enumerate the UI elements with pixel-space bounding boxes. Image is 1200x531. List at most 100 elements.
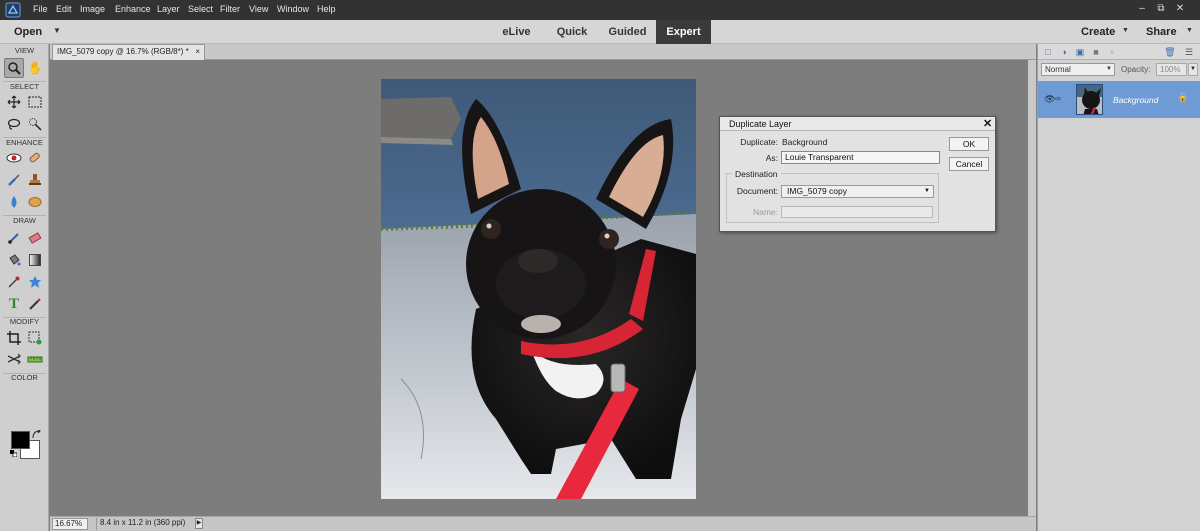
crop-tool-icon[interactable]	[4, 328, 24, 348]
close-icon[interactable]: ✕	[983, 117, 992, 130]
delete-layer-icon[interactable]: 🗑	[1164, 46, 1176, 58]
add-mask-icon[interactable]: ▣	[1074, 46, 1086, 58]
zoom-field[interactable]: 16.67%	[52, 518, 88, 530]
lock-transparency-icon[interactable]: ▫	[1106, 46, 1118, 58]
restore-icon[interactable]: ⧉	[1153, 1, 1169, 17]
custom-shape-tool-icon[interactable]	[25, 272, 45, 292]
lasso-tool-icon[interactable]	[4, 114, 24, 134]
move-tool-icon[interactable]	[4, 92, 24, 112]
link-icon[interactable]: ∞	[1055, 94, 1061, 103]
tab-elive[interactable]: eLive	[493, 20, 540, 44]
document-photo[interactable]	[381, 79, 696, 499]
visibility-eye-icon[interactable]: 👁	[1044, 94, 1055, 105]
chevron-down-icon: ▼	[1106, 66, 1112, 72]
minimize-icon[interactable]: –	[1134, 1, 1150, 17]
name-input	[781, 206, 933, 218]
dialog-titlebar[interactable]: Duplicate Layer ✕	[720, 117, 995, 131]
tab-expert[interactable]: Expert	[656, 20, 711, 44]
duplicate-label: Duplicate:	[740, 137, 778, 147]
share-button[interactable]: Share	[1146, 26, 1177, 38]
dialog-title: Duplicate Layer	[729, 119, 792, 129]
blur-tool-icon[interactable]	[4, 192, 24, 212]
opacity-field[interactable]: 100%	[1156, 63, 1187, 76]
panel-menu-icon[interactable]: ☰	[1183, 46, 1195, 58]
layer-thumbnail	[1076, 84, 1103, 115]
layers-panel: □ ◑ ▣ ■ ▫ 🗑 ☰ Normal ▼ Opacity: 100% ▼ 👁…	[1037, 44, 1200, 531]
red-eye-tool-icon[interactable]	[4, 148, 24, 168]
spot-healing-tool-icon[interactable]	[25, 148, 45, 168]
section-draw-label: DRAW	[13, 216, 36, 225]
document-tab[interactable]: IMG_5079 copy @ 16.7% (RGB/8*) * ×	[52, 44, 205, 60]
foreground-color-swatch[interactable]	[11, 431, 30, 449]
app-logo-icon	[5, 2, 21, 18]
pencil-tool-icon[interactable]	[25, 294, 45, 314]
toolbox: VIEW ✋ SELECT ENHANCE DRAW T MODIFY COLO…	[0, 44, 49, 531]
content-aware-move-tool-icon[interactable]	[4, 349, 24, 369]
menu-help[interactable]: Help	[317, 4, 336, 14]
document-label: Document:	[736, 186, 778, 196]
as-input[interactable]: Louie Transparent	[781, 151, 940, 164]
vertical-scrollbar[interactable]	[1028, 60, 1036, 516]
layers-toolbar: □ ◑ ▣ ■ ▫ 🗑 ☰	[1038, 44, 1200, 60]
menu-layer[interactable]: Layer	[157, 4, 180, 14]
cancel-button[interactable]: Cancel	[949, 157, 989, 171]
open-button[interactable]: Open	[14, 26, 42, 38]
clone-stamp-tool-icon[interactable]	[25, 170, 45, 190]
section-select-label: SELECT	[9, 82, 40, 91]
paint-bucket-tool-icon[interactable]	[4, 250, 24, 270]
lock-icon[interactable]: 🔒	[1177, 92, 1188, 103]
as-label: As:	[765, 153, 778, 163]
tab-guided[interactable]: Guided	[600, 20, 655, 44]
menu-filter[interactable]: Filter	[220, 4, 240, 14]
chevron-down-icon: ▼	[924, 188, 930, 194]
share-dropdown-icon[interactable]: ▼	[1186, 27, 1193, 34]
section-modify-label: MODIFY	[9, 317, 40, 326]
eraser-tool-icon[interactable]	[25, 228, 45, 248]
gradient-tool-icon[interactable]	[25, 250, 45, 270]
quick-selection-tool-icon[interactable]	[25, 114, 45, 134]
opacity-dropdown-icon[interactable]: ▼	[1188, 63, 1198, 76]
open-dropdown-icon[interactable]: ▼	[53, 26, 61, 35]
new-adjustment-layer-icon[interactable]: ◑	[1058, 46, 1070, 58]
mode-bar: Open ▼ eLive Quick Guided Expert Create …	[0, 20, 1200, 44]
menu-file[interactable]: File	[33, 4, 48, 14]
hand-tool-icon[interactable]: ✋	[25, 58, 45, 78]
tab-quick[interactable]: Quick	[548, 20, 596, 44]
smart-brush-tool-icon[interactable]	[4, 170, 24, 190]
sponge-tool-icon[interactable]	[25, 192, 45, 212]
menu-window[interactable]: Window	[277, 4, 309, 14]
layer-row-background[interactable]: 👁 ∞ Background 🔒	[1038, 81, 1200, 118]
destination-label: Destination	[732, 169, 781, 179]
new-layer-icon[interactable]: □	[1042, 46, 1054, 58]
status-bar: 16.67% 8.4 in x 11.2 in (360 ppi) ▶	[50, 516, 1036, 531]
menu-edit[interactable]: Edit	[56, 4, 72, 14]
lock-all-icon[interactable]: ■	[1090, 46, 1102, 58]
default-colors-icon[interactable]	[10, 450, 17, 457]
menu-image[interactable]: Image	[80, 4, 105, 14]
document-select-value: IMG_5079 copy	[787, 186, 848, 196]
menu-view[interactable]: View	[249, 4, 268, 14]
recompose-tool-icon[interactable]	[25, 328, 45, 348]
opacity-label: Opacity:	[1121, 65, 1151, 74]
menu-select[interactable]: Select	[188, 4, 213, 14]
blend-mode-value: Normal	[1045, 65, 1071, 74]
swap-colors-icon[interactable]	[32, 430, 41, 439]
color-picker-tool-icon[interactable]	[4, 272, 24, 292]
name-label: Name:	[752, 207, 778, 217]
blend-mode-select[interactable]: Normal ▼	[1041, 63, 1115, 76]
create-dropdown-icon[interactable]: ▼	[1122, 27, 1129, 34]
zoom-tool-icon[interactable]	[4, 58, 24, 78]
create-button[interactable]: Create	[1081, 26, 1115, 38]
menu-enhance[interactable]: Enhance	[115, 4, 151, 14]
brush-tool-icon[interactable]	[4, 228, 24, 248]
document-select[interactable]: IMG_5079 copy ▼	[781, 185, 934, 198]
menu-bar: File Edit Image Enhance Layer Select Fil…	[0, 0, 1200, 20]
type-tool-icon[interactable]: T	[4, 294, 24, 314]
section-enhance-label: ENHANCE	[6, 138, 43, 147]
close-tab-icon[interactable]: ×	[195, 45, 200, 59]
marquee-tool-icon[interactable]	[25, 92, 45, 112]
ok-button[interactable]: OK	[949, 137, 989, 151]
close-window-icon[interactable]: ✕	[1172, 1, 1188, 17]
straighten-tool-icon[interactable]	[25, 349, 45, 369]
status-menu-arrow-icon[interactable]: ▶	[195, 518, 203, 529]
